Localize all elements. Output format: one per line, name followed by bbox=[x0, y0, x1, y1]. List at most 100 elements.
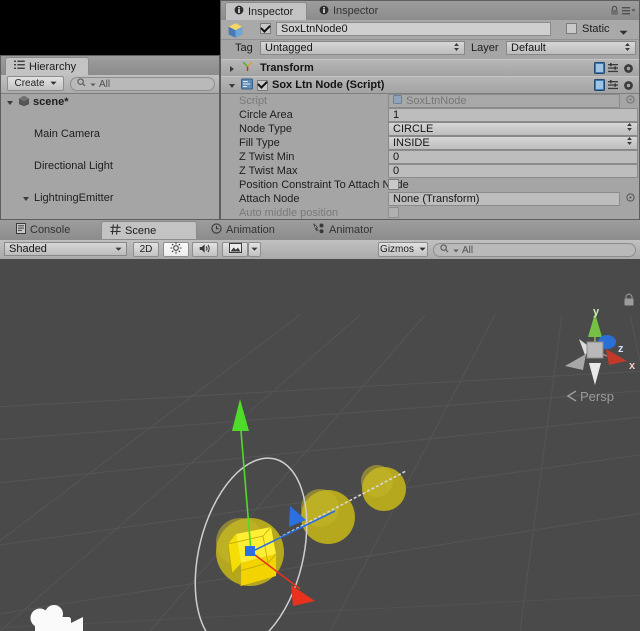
tab-label: Inspector bbox=[248, 5, 294, 18]
field-label: Z Twist Min bbox=[239, 150, 295, 163]
object-name-input[interactable]: SoxLtnNode0 bbox=[276, 22, 551, 36]
field-label: Z Twist Max bbox=[239, 164, 298, 177]
panel-menu-icon[interactable] bbox=[622, 6, 636, 18]
tree-item-main-camera[interactable]: Main Camera bbox=[1, 126, 219, 142]
speaker-icon bbox=[199, 243, 212, 257]
unity-editor-window: Inspector Inspector SoxLtnNode0 Static T… bbox=[0, 0, 640, 631]
lock-icon[interactable] bbox=[610, 5, 619, 19]
chevron-down-icon[interactable] bbox=[229, 81, 238, 90]
hierarchy-panel: Hierarchy Create All scene* Main Camera … bbox=[0, 55, 220, 300]
cube-icon bbox=[227, 22, 244, 42]
field-row-auto-middle-position: Auto middle position bbox=[221, 205, 639, 220]
object-picker-icon[interactable] bbox=[626, 94, 635, 107]
auto-middle-position-checkbox bbox=[388, 207, 399, 218]
gizmos-dropdown-button[interactable]: Gizmos bbox=[378, 242, 428, 257]
hierarchy-tree: scene* Main Camera Directional Light Lig… bbox=[1, 94, 219, 300]
inspector-tabstrip: Inspector Inspector bbox=[221, 1, 639, 21]
chevron-down-icon bbox=[251, 244, 258, 255]
tab-scene[interactable]: Scene bbox=[101, 221, 197, 239]
field-row-fill-type: Fill Type INSIDE bbox=[221, 135, 639, 150]
component-enabled-checkbox[interactable] bbox=[257, 79, 268, 91]
tree-item-lightning-emitter[interactable]: LightningEmitter bbox=[1, 190, 219, 206]
attach-node-object-field[interactable]: None (Transform) bbox=[388, 191, 620, 206]
search-icon bbox=[77, 78, 87, 90]
field-label: Auto middle position bbox=[239, 206, 339, 219]
component-header-transform[interactable]: Transform bbox=[221, 59, 639, 77]
gizmo-center-cube bbox=[586, 341, 604, 359]
help-book-icon[interactable] bbox=[594, 79, 605, 94]
tree-item-label: Main Camera bbox=[34, 128, 101, 140]
tree-item-label: LightningEmitter bbox=[34, 192, 114, 204]
gear-icon[interactable] bbox=[623, 63, 634, 77]
circle-area-input[interactable]: 1 bbox=[388, 107, 638, 122]
toggle-2d-button[interactable]: 2D bbox=[133, 242, 159, 257]
tab-inspector-2[interactable]: Inspector bbox=[311, 2, 393, 20]
script-object-field[interactable]: SoxLtnNode bbox=[388, 93, 620, 108]
static-label: Static bbox=[582, 23, 610, 35]
help-book-icon[interactable] bbox=[594, 62, 605, 77]
search-dropdown-icon bbox=[453, 245, 459, 256]
tree-item-directional-light[interactable]: Directional Light bbox=[1, 158, 219, 174]
inspector-panel: Inspector Inspector SoxLtnNode0 Static T… bbox=[220, 0, 640, 220]
position-constraint-checkbox[interactable] bbox=[388, 179, 399, 190]
tab-console[interactable]: Console bbox=[8, 221, 100, 239]
tab-label: Scene bbox=[125, 224, 157, 237]
chevron-updown-icon bbox=[626, 122, 633, 135]
tab-animation[interactable]: Animation bbox=[203, 221, 303, 239]
static-checkbox[interactable] bbox=[566, 23, 577, 34]
tab-hierarchy[interactable]: Hierarchy bbox=[5, 57, 89, 75]
hierarchy-search-input[interactable]: All bbox=[70, 77, 215, 91]
preset-icon[interactable] bbox=[608, 63, 619, 76]
scene-toolbar: Shaded 2D Gizmos All bbox=[0, 240, 640, 260]
field-row-position-constraint: Position Constraint To Attach Node bbox=[221, 177, 639, 192]
component-header-sox-ltn-node[interactable]: Sox Ltn Node (Script) bbox=[221, 76, 639, 94]
gizmo-center-handle bbox=[245, 546, 255, 556]
chevron-down-icon[interactable] bbox=[7, 98, 16, 107]
draw-mode-dropdown[interactable]: Shaded bbox=[4, 242, 127, 256]
search-dropdown-icon bbox=[90, 79, 96, 90]
node-type-dropdown[interactable]: CIRCLE bbox=[388, 121, 638, 136]
tab-inspector-1[interactable]: Inspector bbox=[225, 2, 307, 20]
effects-dropdown-button[interactable] bbox=[248, 242, 261, 257]
z-twist-min-input[interactable]: 0 bbox=[388, 149, 638, 164]
toggle-effects-button[interactable] bbox=[222, 242, 248, 257]
toggle-lighting-button[interactable] bbox=[163, 242, 189, 257]
object-enabled-checkbox[interactable] bbox=[260, 23, 271, 34]
layer-dropdown[interactable]: Default bbox=[506, 41, 636, 55]
gear-icon[interactable] bbox=[623, 80, 634, 94]
chevron-down-icon[interactable] bbox=[23, 194, 32, 203]
field-row-node-type: Node Type CIRCLE bbox=[221, 121, 639, 136]
field-label: Circle Area bbox=[239, 108, 293, 121]
info-circle-icon bbox=[319, 5, 329, 18]
toggle-audio-button[interactable] bbox=[192, 242, 218, 257]
field-label: Position Constraint To Attach Node bbox=[239, 178, 409, 191]
scene-viewport[interactable]: y z x Persp bbox=[0, 259, 640, 631]
clock-icon bbox=[211, 223, 222, 237]
fill-type-dropdown[interactable]: INSIDE bbox=[388, 135, 638, 150]
tab-label: Console bbox=[30, 224, 71, 236]
scene-search-input[interactable]: All bbox=[433, 243, 636, 257]
field-label: Attach Node bbox=[239, 192, 300, 205]
preset-icon[interactable] bbox=[608, 80, 619, 93]
tree-item-label: scene* bbox=[33, 96, 69, 108]
image-icon bbox=[228, 243, 242, 256]
tree-item-label: Directional Light bbox=[34, 160, 113, 172]
field-label: Fill Type bbox=[239, 136, 280, 149]
tag-dropdown[interactable]: Untagged bbox=[260, 41, 465, 55]
component-title: Transform bbox=[260, 62, 314, 74]
hierarchy-toolbar: Create All bbox=[1, 75, 219, 94]
create-button[interactable]: Create bbox=[7, 76, 64, 91]
tab-label: Animation bbox=[226, 224, 275, 236]
hierarchy-list-icon bbox=[14, 60, 25, 73]
object-picker-icon[interactable] bbox=[626, 192, 635, 205]
chevron-updown-icon bbox=[624, 42, 631, 55]
chevron-down-icon[interactable] bbox=[619, 27, 628, 39]
inspector-object-header: SoxLtnNode0 Static bbox=[221, 20, 639, 40]
tree-item-scene[interactable]: scene* bbox=[1, 94, 219, 110]
scene-grid-icon bbox=[110, 223, 121, 238]
scene-panel: Console Scene Animation Animator Shaded … bbox=[0, 220, 640, 631]
chevron-down-icon bbox=[49, 78, 57, 89]
tab-animator[interactable]: Animator bbox=[305, 221, 401, 239]
z-twist-max-input[interactable]: 0 bbox=[388, 163, 638, 178]
chevron-right-icon[interactable] bbox=[229, 64, 238, 73]
